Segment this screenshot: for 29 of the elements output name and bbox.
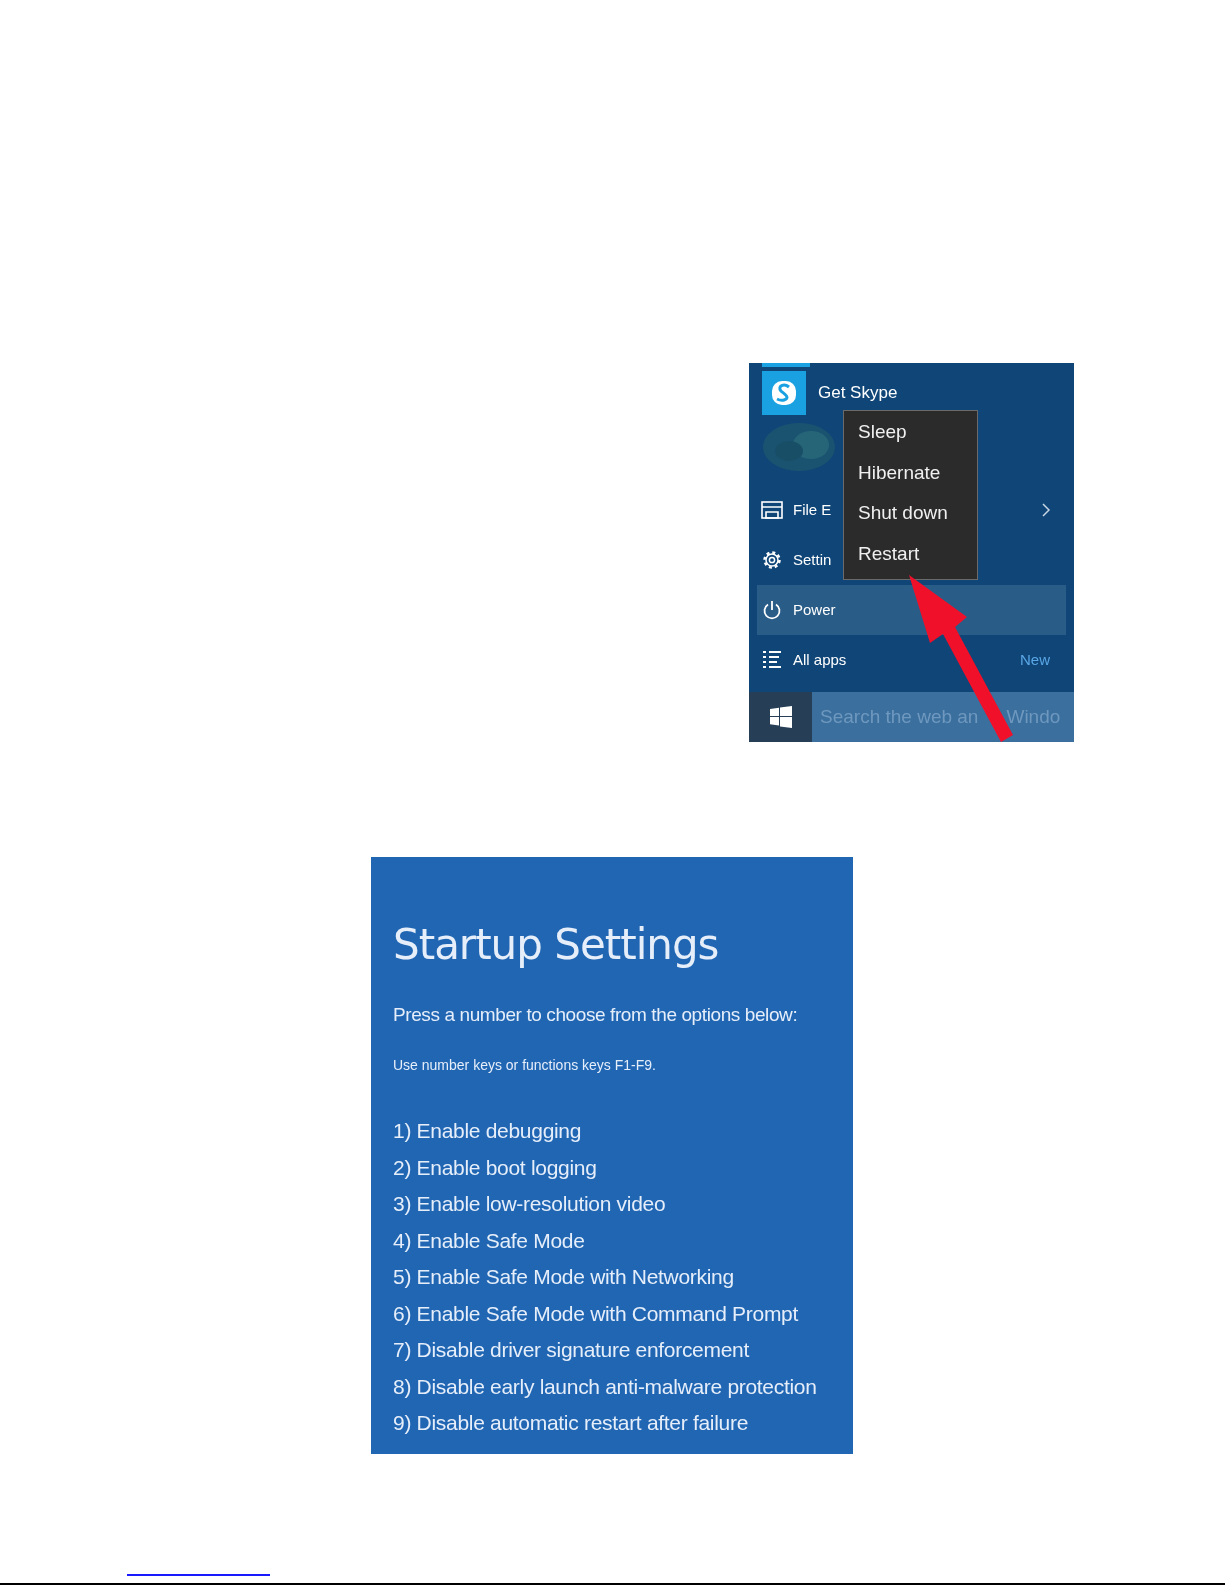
menu-item[interactable]: Settin [793, 548, 832, 572]
startup-option[interactable]: 3) Enable low-resolution video [393, 1186, 853, 1223]
power-icon [761, 599, 783, 621]
screen-title: Startup Settings [393, 919, 720, 971]
new-label: New [1020, 649, 1050, 670]
menu-item[interactable]: File E [793, 498, 832, 522]
power-option[interactable]: Sleep [858, 417, 977, 458]
list-icon [761, 649, 783, 671]
settings-icon [761, 549, 783, 571]
startup-option[interactable]: 5) Enable Safe Mode with Networking [393, 1259, 853, 1296]
start-button[interactable] [749, 692, 812, 742]
windows-logo-icon [769, 706, 792, 728]
menu-item[interactable]: All apps [793, 648, 847, 672]
startup-option[interactable]: 8) Disable early launch anti-malware protection [393, 1368, 853, 1405]
instruction-text: Press a number to choose from the options below: [393, 1003, 799, 1027]
startup-option[interactable]: 6) Enable Safe Mode with Command Prompt [393, 1295, 853, 1332]
startup-option[interactable]: 1) Enable debugging [393, 1113, 853, 1150]
startup-option[interactable]: 4) Enable Safe Mode [393, 1222, 853, 1259]
tile-label[interactable]: Get Skype [818, 380, 898, 406]
menu-item[interactable]: Power [757, 585, 1066, 635]
power-option[interactable]: Restart [858, 538, 977, 579]
chat-logo-icon[interactable] [762, 371, 806, 415]
startup-option[interactable]: 7) Disable driver signature enforcement [393, 1332, 853, 1369]
startup-option[interactable]: 9) Disable automatic restart after failure [393, 1405, 853, 1442]
startup-option[interactable]: 2) Enable boot logging [393, 1149, 853, 1186]
folder-icon [761, 500, 783, 520]
power-option[interactable]: Hibernate [858, 457, 977, 498]
power-option[interactable]: Shut down [858, 498, 977, 539]
hint-text: Use number keys or functions keys F1-F9. [393, 1056, 657, 1075]
